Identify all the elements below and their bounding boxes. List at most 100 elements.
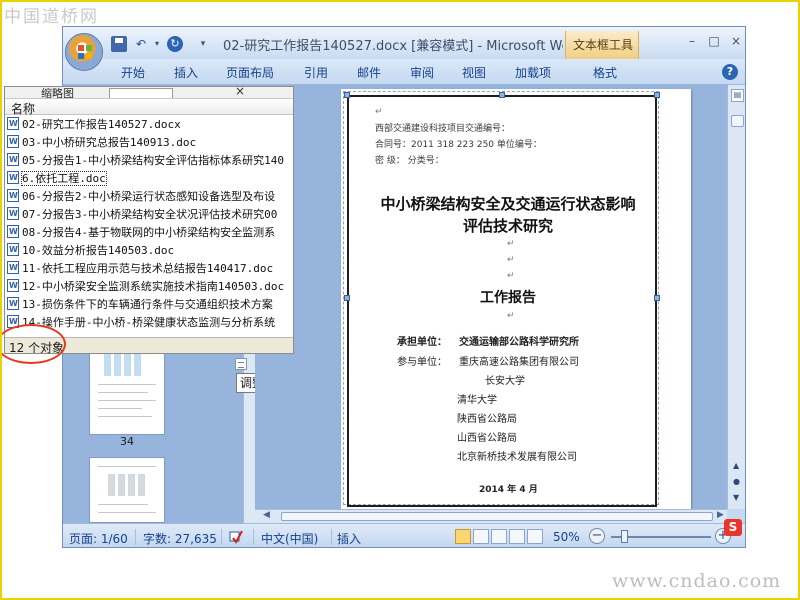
thumbnail-table-cell: [104, 354, 111, 376]
file-row[interactable]: 10-效益分析报告140503.doc: [7, 241, 293, 259]
word-document-icon: [7, 223, 19, 240]
explorer-close-icon[interactable]: ×: [235, 87, 245, 98]
file-name: 03-中小桥研究总报告140913.doc: [22, 136, 197, 149]
tab-page-layout[interactable]: 页面布局: [226, 64, 274, 81]
file-explorer-overlay: 缩略图 × 名称 02-研究工作报告140527.docx 03-中小桥研究总报告…: [4, 86, 294, 355]
doc-report-title: 工作报告: [480, 290, 536, 306]
undo-icon[interactable]: ↶: [133, 36, 149, 52]
status-word-count[interactable]: 字数: 27,635: [143, 530, 217, 547]
next-page-icon[interactable]: ▼: [733, 493, 739, 502]
thumbnail-line: [98, 504, 148, 505]
zoom-level[interactable]: 50%: [553, 530, 580, 544]
resize-handle[interactable]: [499, 92, 505, 98]
file-row[interactable]: 02-研究工作报告140527.docx: [7, 116, 293, 133]
tab-addins[interactable]: 加载项: [515, 64, 551, 81]
office-button[interactable]: [65, 33, 103, 71]
horizontal-scrollbar[interactable]: ◀ ▶: [255, 509, 727, 523]
annotation-circle: [0, 324, 66, 364]
vertical-scrollbar[interactable]: ▤ ▲ ● ▼: [727, 85, 745, 509]
tab-references[interactable]: 引用: [304, 64, 328, 81]
explorer-view-dropdown[interactable]: [109, 88, 173, 98]
tab-mailings[interactable]: 邮件: [357, 64, 381, 81]
file-row[interactable]: 12-中小桥梁安全监测系统实施技术指南140503.doc: [7, 277, 293, 295]
thumbnail-table-cell: [114, 354, 121, 376]
window-title: 02-研究工作报告140527.docx [兼容模式] - Microsoft …: [223, 39, 563, 54]
explorer-file-list: 02-研究工作报告140527.docx 03-中小桥研究总报告140913.do…: [5, 116, 293, 337]
thumbnail-line: [98, 466, 156, 467]
tab-review[interactable]: 审阅: [410, 64, 434, 81]
tab-format[interactable]: 格式: [593, 64, 617, 81]
close-button[interactable]: ×: [727, 33, 745, 49]
view-full-screen-icon[interactable]: [473, 529, 489, 544]
status-insert-mode[interactable]: 插入: [337, 530, 361, 547]
tab-insert[interactable]: 插入: [174, 64, 198, 81]
file-row[interactable]: 03-中小桥研究总报告140913.doc: [7, 133, 293, 151]
minimize-button[interactable]: –: [683, 33, 701, 49]
save-icon[interactable]: [111, 36, 127, 52]
browse-object-icon[interactable]: ●: [733, 477, 740, 486]
help-icon[interactable]: ?: [722, 64, 738, 80]
status-bar: 页面: 1/60 字数: 27,635 中文(中国) 插入 50% − +: [63, 523, 745, 547]
page-thumbnail[interactable]: [89, 457, 165, 523]
doc-participant: 北京新桥技术发展有限公司: [457, 452, 577, 463]
ruler-toggle-icon[interactable]: ▤: [731, 89, 744, 102]
resize-handle[interactable]: [654, 295, 660, 301]
office-logo-icon: [78, 45, 92, 59]
page-thumbnail[interactable]: [89, 349, 165, 435]
previous-page-icon[interactable]: ▲: [733, 461, 739, 470]
file-row[interactable]: 13-损伤条件下的车辆通行条件与交通组织技术方案: [7, 295, 293, 313]
file-row[interactable]: 06-分报告2-中小桥梁运行状态感知设备选型及布设: [7, 187, 293, 205]
status-page[interactable]: 页面: 1/60: [69, 530, 128, 547]
undo-dropdown-icon[interactable]: ▾: [149, 36, 165, 52]
status-language[interactable]: 中文(中国): [261, 530, 318, 547]
watermark-top: 中国道桥网: [4, 7, 99, 27]
file-row[interactable]: 11-依托工程应用示范与技术总结报告140417.doc: [7, 259, 293, 277]
zoom-slider-thumb[interactable]: [621, 530, 628, 543]
tab-view[interactable]: 视图: [462, 64, 486, 81]
context-tab-label: 文本框工具: [572, 38, 633, 52]
resize-handle[interactable]: [654, 92, 660, 98]
explorer-view-label: 缩略图: [41, 87, 74, 99]
thumbnail-table-cell: [108, 474, 115, 496]
proofing-icon[interactable]: [227, 528, 245, 546]
document-page[interactable]: ↵ 西部交通建设科技项目交通编号： 合同号：2011 318 223 250 单…: [341, 89, 691, 509]
word-document-icon: [7, 277, 19, 294]
doc-undertaker: 交通运输部公路科学研究所: [459, 337, 579, 348]
resize-handle[interactable]: [344, 295, 350, 301]
word-document-icon: [7, 241, 19, 258]
vertical-scroll-thumb[interactable]: [731, 115, 744, 127]
view-web-layout-icon[interactable]: [491, 529, 507, 544]
tab-home[interactable]: 开始: [121, 64, 145, 81]
file-row[interactable]: 05-分报告1-中小桥梁结构安全评估指标体系研究140: [7, 151, 293, 169]
column-name-label: 名称: [11, 102, 36, 116]
thumbnail-line: [98, 416, 152, 417]
ime-tray-icon[interactable]: S: [724, 519, 742, 536]
paragraph-mark: ↵: [507, 271, 515, 281]
explorer-column-header[interactable]: 名称: [5, 99, 293, 116]
file-row[interactable]: 07-分报告3-中小桥梁结构安全状况评估技术研究00: [7, 205, 293, 223]
resize-grip-icon[interactable]: [235, 358, 247, 370]
file-row[interactable]: 6.依托工程.doc: [7, 169, 293, 187]
maximize-button[interactable]: □: [705, 33, 723, 49]
view-outline-icon[interactable]: [509, 529, 525, 544]
context-tab-textbox-tools[interactable]: 文本框工具: [565, 31, 639, 59]
word-document-icon: [7, 295, 19, 312]
file-row[interactable]: 08-分报告4-基于物联网的中小桥梁结构安全监测系: [7, 223, 293, 241]
file-name: 12-中小桥梁安全监测系统实施技术指南140503.doc: [22, 280, 285, 293]
redo-icon[interactable]: ↻: [167, 36, 183, 52]
text-box[interactable]: ↵ 西部交通建设科技项目交通编号： 合同号：2011 318 223 250 单…: [347, 95, 657, 507]
zoom-out-button[interactable]: −: [589, 528, 605, 544]
thumbnail-line: [98, 408, 142, 409]
view-draft-icon[interactable]: [527, 529, 543, 544]
customize-toolbar-icon[interactable]: ▾: [195, 36, 211, 52]
view-print-layout-icon[interactable]: [455, 529, 471, 544]
thumbnail-line: [98, 392, 148, 393]
scroll-left-icon[interactable]: ◀: [263, 510, 270, 520]
scroll-right-icon[interactable]: ▶: [717, 510, 724, 520]
file-name: 6.依托工程.doc: [21, 171, 107, 186]
title-bar: ↶ ▾ ↻ ▾ 02-研究工作报告140527.docx [兼容模式] - Mi…: [63, 27, 745, 59]
doc-participants-label: 参与单位：: [397, 357, 447, 368]
word-document-icon: [7, 151, 19, 168]
resize-handle[interactable]: [344, 92, 350, 98]
horizontal-scroll-thumb[interactable]: [281, 512, 713, 521]
